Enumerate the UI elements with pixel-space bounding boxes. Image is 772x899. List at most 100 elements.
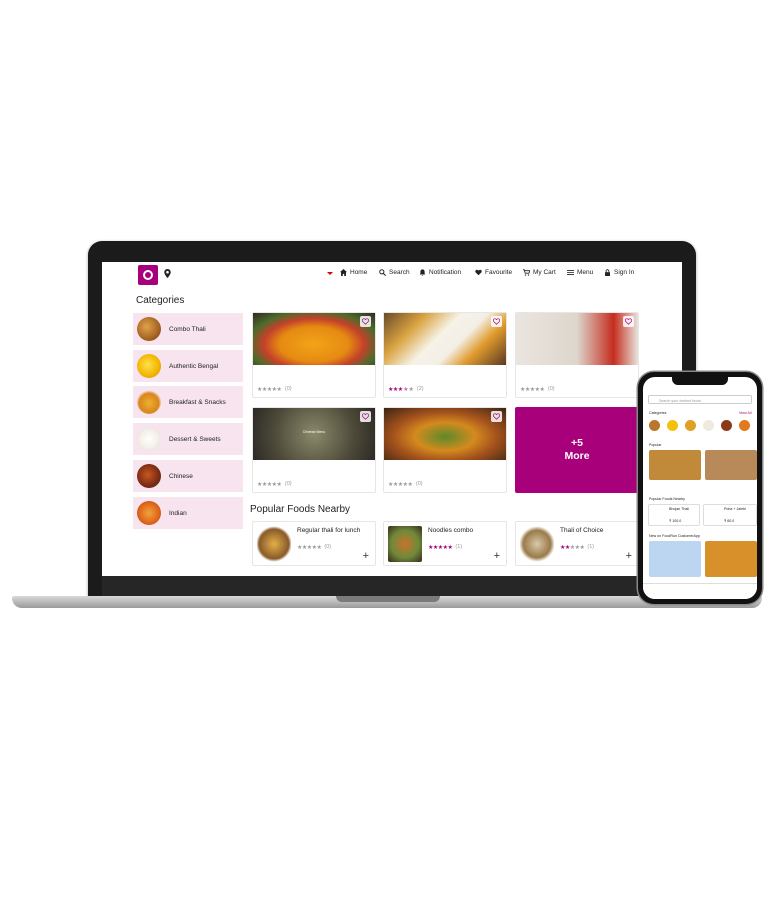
category-image (137, 501, 161, 525)
phone-item-name: Poha + Jalebi (724, 507, 746, 511)
phone-category-icon[interactable] (703, 420, 714, 431)
location-pin-icon[interactable] (164, 269, 171, 278)
more-categories-button[interactable]: +5 More (515, 407, 639, 493)
category-chinese[interactable]: Chinese (133, 460, 243, 492)
rating-count: (2) (416, 386, 424, 392)
popular-foods-title: Popular Foods Nearby (250, 504, 351, 515)
more-label: More (564, 450, 590, 462)
food-name: Thali of Choice (560, 527, 604, 534)
category-dessert-sweets[interactable]: Dessert & Sweets (133, 423, 243, 455)
category-label: Breakfast & Snacks (169, 398, 226, 406)
phone-category-icon[interactable] (739, 420, 750, 431)
phone-category-icon[interactable] (721, 420, 732, 431)
favourite-button[interactable] (360, 316, 371, 327)
rating-count: (0) (547, 386, 555, 392)
food-image (384, 408, 506, 460)
bell-icon (419, 269, 426, 276)
phone-popular-image[interactable] (649, 450, 701, 480)
location-dropdown-caret[interactable] (327, 272, 333, 275)
food-card[interactable]: ★★★ ★ ★ (2) (383, 312, 507, 398)
nav-search[interactable]: Search (379, 269, 410, 276)
image-overlay-text: Chinese Menu (302, 430, 326, 434)
category-image (137, 390, 161, 414)
phone-promo-banner[interactable] (649, 541, 701, 577)
category-combo-thali[interactable]: Combo Thali (133, 313, 243, 345)
heart-icon (475, 269, 482, 276)
phone-category-icon[interactable] (667, 420, 678, 431)
rating-stars: ★★★★★(1) (428, 544, 463, 551)
add-to-cart-button[interactable]: + (494, 550, 500, 562)
food-name: Noodles combo (428, 527, 474, 534)
nav-menu-label: Menu (577, 269, 594, 276)
phone-view-all[interactable]: View All (739, 411, 752, 415)
popular-food-card[interactable]: Thali of Choice ★★ ★★★ (1) + (515, 521, 639, 566)
rating-count: (1) (587, 544, 595, 550)
nav-notification[interactable]: Notification (419, 269, 461, 276)
rating-count: (0) (415, 481, 423, 487)
add-to-cart-button[interactable]: + (363, 550, 369, 562)
food-card[interactable]: ★★★★★ (0) (515, 312, 639, 398)
favourite-button[interactable] (491, 411, 502, 422)
category-label: Indian (169, 509, 187, 517)
category-label: Dessert & Sweets (169, 435, 221, 443)
cart-icon (523, 269, 530, 276)
phone-item-price: ₹ 60.0 (724, 519, 735, 523)
phone-search-input[interactable]: Search your desired foods (648, 395, 752, 404)
favourite-button[interactable] (623, 316, 634, 327)
food-image (253, 313, 375, 365)
nav-cart[interactable]: My Cart (523, 269, 556, 276)
phone-popular-nearby-card[interactable]: Bhojan Thali ₹ 100.0 (648, 504, 700, 526)
rating-stars: ★★★ ★ ★ (2) (388, 386, 424, 393)
nav-home[interactable]: Home (340, 269, 367, 276)
heart-outline-icon (362, 413, 369, 420)
food-name: Regular thali for lunch (297, 527, 361, 534)
food-card[interactable]: ★★★★★ (0) (252, 312, 376, 398)
rating-count: (0) (324, 544, 332, 550)
food-card[interactable]: ★★★★★ (0) (383, 407, 507, 493)
phone-tab-bar (643, 583, 757, 599)
popular-food-card[interactable]: Noodles combo ★★★★★ (1) + (383, 521, 507, 566)
rating-count: (0) (284, 386, 292, 392)
menu-icon (567, 269, 574, 276)
category-label: Combo Thali (169, 325, 206, 333)
rating-stars: ★★★★★ (0) (257, 386, 292, 393)
nav-favourite[interactable]: Favourite (475, 269, 512, 276)
logo[interactable] (138, 265, 158, 285)
rating-count: (1) (455, 544, 463, 550)
category-image (137, 354, 161, 378)
phone-category-icon[interactable] (649, 420, 660, 431)
favourite-button[interactable] (360, 411, 371, 422)
phone-categories-title: Categories (649, 411, 667, 415)
nav-home-label: Home (350, 269, 368, 276)
rating-stars: ★★★★★ (0) (257, 481, 292, 488)
phone-category-icon[interactable] (685, 420, 696, 431)
nav-menu[interactable]: Menu (567, 269, 593, 276)
favourite-button[interactable] (491, 316, 502, 327)
categories-title: Categories (136, 295, 185, 306)
food-card[interactable]: Chinese Menu ★★★★★ (0) (252, 407, 376, 493)
phone-popular-image[interactable] (705, 450, 757, 480)
category-indian[interactable]: Indian (133, 497, 243, 529)
phone-search-placeholder: Search your desired foods (659, 398, 701, 403)
category-authentic-bengal[interactable]: Authentic Bengal (133, 350, 243, 382)
food-image: Chinese Menu (253, 408, 375, 460)
more-count: +5 (571, 437, 583, 449)
food-thumbnail (388, 526, 422, 562)
heart-outline-icon (493, 413, 500, 420)
add-to-cart-button[interactable]: + (626, 550, 632, 562)
rating-stars: ★★★★★ (0) (297, 544, 332, 551)
rating-stars: ★★★★★ (0) (388, 481, 423, 488)
nav-sign-in[interactable]: Sign In (604, 269, 634, 276)
food-thumbnail (520, 526, 554, 562)
phone-new-food-image[interactable] (705, 541, 757, 577)
nav-notification-label: Notification (429, 269, 462, 276)
laptop-notch (336, 596, 440, 602)
nav-sign-in-label: Sign In (614, 269, 635, 276)
heart-outline-icon (625, 318, 632, 325)
laptop-screen: Home Search Notification Favourite My Ca… (102, 262, 682, 576)
popular-food-card[interactable]: Regular thali for lunch ★★★★★ (0) + (252, 521, 376, 566)
category-breakfast-snacks[interactable]: Breakfast & Snacks (133, 386, 243, 418)
phone-popular-nearby-card[interactable]: Poha + Jalebi ₹ 60.0 (703, 504, 757, 526)
category-label: Authentic Bengal (169, 362, 219, 370)
navbar: Home Search Notification Favourite My Ca… (102, 262, 682, 286)
